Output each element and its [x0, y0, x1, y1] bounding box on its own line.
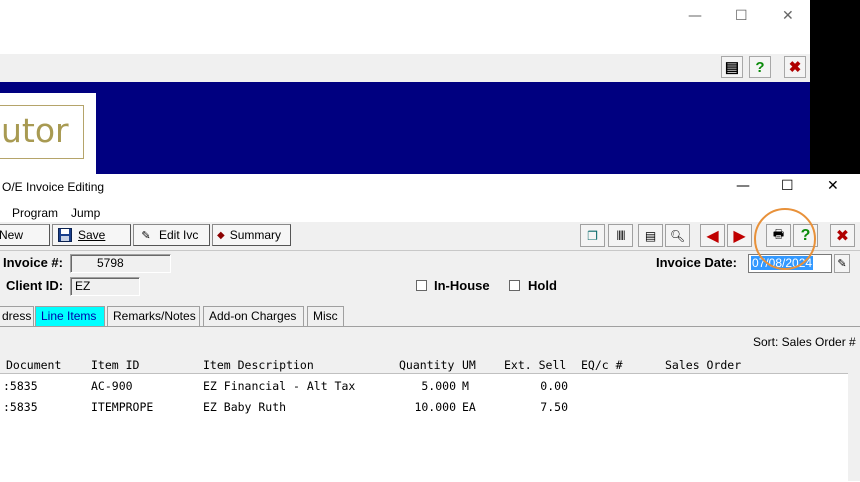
- sort-label[interactable]: Sort: Sales Order #: [753, 335, 856, 349]
- cell-item-id: ITEMPROPE: [91, 400, 154, 414]
- minimize-button[interactable]: —: [736, 178, 750, 194]
- column-header-quantity[interactable]: Quantity: [399, 358, 454, 372]
- menu-program[interactable]: Program: [12, 206, 58, 220]
- save-label: Save: [78, 228, 106, 242]
- barcode-icon: |||||: [616, 229, 626, 241]
- client-id-label: Client ID:: [6, 278, 64, 293]
- tab-remarks-notes[interactable]: Remarks/Notes: [107, 306, 200, 326]
- tab-address-label: dress: [2, 309, 32, 323]
- pencil-icon: ✎: [141, 229, 151, 242]
- copy-button[interactable]: ❐: [580, 224, 605, 247]
- cell-quantity: 5.000: [421, 379, 456, 393]
- summary-label: Summary: [229, 228, 282, 242]
- invoice-date-field[interactable]: 07/08/2024: [748, 254, 832, 273]
- hold-checkbox[interactable]: [509, 280, 520, 291]
- column-header-ext-sell[interactable]: Ext. Sell: [504, 358, 566, 372]
- hold-label: Hold: [528, 278, 557, 293]
- column-header-um[interactable]: UM: [462, 358, 476, 372]
- window-titlebar: [0, 174, 860, 200]
- arrow-right-icon: ▶: [733, 227, 746, 245]
- cell-um: EA: [462, 400, 476, 414]
- tab-line-items[interactable]: Line Items: [35, 306, 105, 326]
- new-button[interactable]: New: [0, 224, 50, 246]
- cell-ext-sell: 7.50: [540, 400, 568, 414]
- bg-minimize-button[interactable]: —: [688, 8, 702, 24]
- printer-icon: 🖶︎: [772, 227, 785, 241]
- edit-ivc-label: Edit Ivc: [159, 228, 199, 242]
- bg-maximize-button[interactable]: ☐: [735, 8, 748, 24]
- cell-description: EZ Financial - Alt Tax: [203, 379, 356, 393]
- logo-text: utor: [0, 105, 84, 159]
- help-icon: ?: [800, 226, 811, 244]
- diamond-icon: ◆: [217, 229, 225, 241]
- bg-report-button[interactable]: ▤: [721, 56, 743, 78]
- table-row[interactable]: :5835 ITEMPROPE EZ Baby Ruth 10.000 EA 7…: [0, 398, 848, 418]
- cell-document: :5835: [3, 379, 38, 393]
- cell-quantity: 10.000: [414, 400, 456, 414]
- maximize-button[interactable]: ☐: [781, 178, 794, 194]
- tab-line-items-label: Line Items: [41, 309, 97, 323]
- new-label: New: [0, 228, 24, 242]
- menu-bar: [0, 200, 860, 222]
- invoice-number-label: Invoice #:: [3, 255, 63, 270]
- line-items-grid[interactable]: [0, 355, 848, 482]
- previous-button[interactable]: ◀: [700, 224, 725, 247]
- cell-description: EZ Baby Ruth: [203, 400, 287, 414]
- tab-add-on-charges[interactable]: Add-on Charges: [203, 306, 304, 326]
- exit-button[interactable]: ✖: [830, 224, 855, 247]
- pencil-icon: ✎: [837, 258, 847, 270]
- column-header-eqc[interactable]: EQ/c #: [581, 358, 623, 372]
- column-header-item-description[interactable]: Item Description: [203, 358, 314, 372]
- close-icon: ✖: [835, 227, 850, 245]
- tab-add-on-charges-label: Add-on Charges: [209, 309, 297, 323]
- cell-document: :5835: [3, 400, 38, 414]
- invoice-number-field[interactable]: 5798: [70, 254, 171, 273]
- save-button[interactable]: Save: [52, 224, 131, 246]
- logo-panel: utor: [0, 93, 96, 175]
- in-house-label: In-House: [434, 278, 490, 293]
- menu-jump[interactable]: Jump: [71, 206, 100, 220]
- bg-exit-button[interactable]: ✖: [784, 56, 806, 78]
- tab-misc[interactable]: Misc: [307, 306, 344, 326]
- track-button[interactable]: |||||: [608, 224, 633, 247]
- arrow-left-icon: ◀: [706, 227, 719, 245]
- invoice-date-label: Invoice Date:: [656, 255, 737, 270]
- close-icon: ✖: [788, 59, 802, 76]
- close-button[interactable]: ✕: [827, 178, 839, 194]
- table-row[interactable]: :5835 AC-900 EZ Financial - Alt Tax 5.00…: [0, 377, 848, 397]
- edit-invoice-button[interactable]: ✎ Edit Ivc: [133, 224, 210, 246]
- magnifier-icon: 🔍︎: [669, 228, 686, 243]
- report-button[interactable]: ▤: [638, 224, 663, 247]
- help-icon: ?: [755, 58, 765, 76]
- column-header-document[interactable]: Document: [6, 358, 61, 372]
- copy-icon: ❐: [587, 228, 598, 243]
- summary-button[interactable]: ◆ Summary: [212, 224, 291, 246]
- lookup-button[interactable]: 🔍︎: [665, 224, 690, 247]
- floppy-disk-icon: [57, 227, 73, 243]
- tab-remarks-notes-label: Remarks/Notes: [113, 309, 196, 323]
- date-picker-button[interactable]: ✎: [834, 254, 850, 273]
- invoice-date-value: 07/08/2024: [751, 256, 814, 270]
- bg-close-button[interactable]: ✕: [782, 8, 794, 24]
- in-house-checkbox[interactable]: [416, 280, 427, 291]
- tab-misc-label: Misc: [313, 309, 338, 323]
- print-button[interactable]: 🖶︎: [766, 224, 791, 247]
- desktop-background: [810, 0, 860, 174]
- bg-help-button[interactable]: ?: [749, 56, 771, 78]
- window-title: O/E Invoice Editing: [2, 180, 105, 194]
- tab-address[interactable]: dress: [0, 306, 34, 326]
- column-header-sales-order[interactable]: Sales Order: [665, 358, 741, 372]
- cell-item-id: AC-900: [91, 379, 133, 393]
- next-button[interactable]: ▶: [727, 224, 752, 247]
- column-header-item-id[interactable]: Item ID: [91, 358, 139, 372]
- cell-um: M: [462, 379, 469, 393]
- report-icon: ▤: [724, 59, 740, 76]
- client-id-field[interactable]: EZ: [70, 277, 140, 296]
- cell-ext-sell: 0.00: [540, 379, 568, 393]
- help-button[interactable]: ?: [793, 224, 818, 247]
- report-icon: ▤: [644, 228, 657, 243]
- background-toolbar: [0, 54, 810, 83]
- background-banner: [0, 82, 810, 174]
